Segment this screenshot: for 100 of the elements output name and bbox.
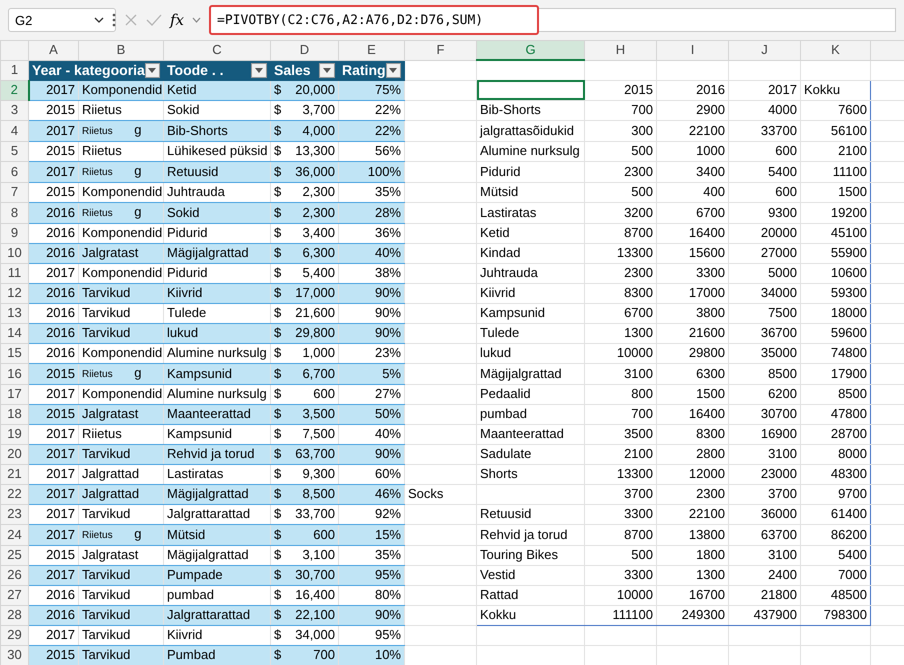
table-cell: Rehvid ja torud: [164, 444, 270, 464]
row-header[interactable]: 4: [0, 120, 28, 141]
table-cell: Juhtrauda: [476, 263, 584, 283]
column-header[interactable]: D: [270, 40, 338, 60]
formula-field[interactable]: =PIVOTBY(C2:C76,A2:A76,D2:D76,SUM): [209, 5, 540, 35]
table-cell: Tarvikud: [78, 323, 164, 343]
caret-icon[interactable]: [389, 68, 398, 72]
table-cell: 75%: [338, 80, 404, 100]
table-cell: 8500: [800, 384, 870, 404]
row-header[interactable]: 22: [0, 484, 28, 504]
row-header[interactable]: 5: [0, 141, 28, 161]
table-cell: 2015: [28, 545, 78, 565]
column-header[interactable]: J: [728, 40, 800, 60]
table-cell: 2017: [728, 80, 800, 100]
row-header[interactable]: 21: [0, 464, 28, 484]
row-header[interactable]: 27: [0, 585, 28, 605]
table-cell: Alumine nurksulg: [164, 343, 270, 363]
row-header[interactable]: 18: [0, 404, 28, 424]
table-cell: 23%: [338, 343, 404, 363]
column-header[interactable]: C: [164, 40, 270, 60]
name-box[interactable]: G2: [8, 8, 116, 32]
row-header[interactable]: 14: [0, 323, 28, 343]
table-cell: 40%: [338, 424, 404, 444]
sales-value: 7,500: [302, 425, 335, 443]
column-header[interactable]: H: [584, 40, 656, 60]
table-cell: Mütsid: [164, 524, 270, 545]
table-cell: 38%: [338, 263, 404, 283]
table-cell: 13300: [584, 464, 656, 484]
column-header[interactable]: K: [800, 40, 870, 60]
table-cell: Sokid: [164, 100, 270, 120]
row-header[interactable]: 6: [0, 161, 28, 182]
row-header[interactable]: 7: [0, 182, 28, 202]
row-header[interactable]: 17: [0, 384, 28, 404]
table-cell: Kampsunid: [164, 363, 270, 384]
column-header[interactable]: A: [28, 40, 78, 60]
caret-icon[interactable]: [148, 68, 156, 72]
caret-icon[interactable]: [255, 68, 263, 72]
column-title: Year - kategooria: [32, 61, 145, 79]
table-cell: 1300: [656, 565, 728, 585]
row-header[interactable]: 1: [0, 60, 28, 80]
row-header[interactable]: 9: [0, 223, 28, 243]
column-header[interactable]: I: [656, 40, 728, 60]
row-header[interactable]: 25: [0, 545, 28, 565]
caret-icon[interactable]: [323, 68, 331, 72]
row-header[interactable]: 11: [0, 263, 28, 283]
insert-function-button[interactable]: fx: [170, 8, 184, 32]
table-cell: Tarvikud: [78, 444, 164, 464]
row-header[interactable]: 16: [0, 363, 28, 384]
row-header[interactable]: 26: [0, 565, 28, 585]
row-header[interactable]: 15: [0, 343, 28, 363]
filter-button[interactable]: [319, 62, 335, 78]
row-header[interactable]: 2: [0, 80, 28, 100]
table-cell: lukud: [476, 343, 584, 363]
sales-value: 600: [313, 526, 335, 544]
table-cell: 36000: [728, 504, 800, 524]
table-cell: 3300: [584, 504, 656, 524]
table-cell: Tarvikud: [78, 625, 164, 645]
row-header[interactable]: 28: [0, 605, 28, 625]
row-header[interactable]: 19: [0, 424, 28, 444]
column-header[interactable]: F: [404, 40, 476, 60]
table-cell: Juhtrauda: [164, 182, 270, 202]
column-header[interactable]: G: [476, 40, 584, 60]
table-cell: Komponendid: [78, 223, 164, 243]
row-header[interactable]: 20: [0, 444, 28, 464]
row-header[interactable]: 12: [0, 283, 28, 303]
currency-sign: $: [274, 304, 282, 322]
table-cell: Maanteerattad: [164, 404, 270, 424]
column-header[interactable]: E: [338, 40, 404, 60]
table-cell: 1300: [584, 323, 656, 343]
table-cell: 2017: [28, 263, 78, 283]
table-cell: 2017: [28, 484, 78, 504]
check-icon[interactable]: [146, 13, 162, 27]
row-header[interactable]: 8: [0, 202, 28, 223]
sales-value: 2,300: [302, 204, 335, 222]
row-header[interactable]: 29: [0, 625, 28, 645]
column-header[interactable]: B: [78, 40, 164, 60]
row-header[interactable]: 23: [0, 504, 28, 524]
row-header[interactable]: 13: [0, 303, 28, 323]
currency-sign: $: [274, 364, 282, 382]
filter-button[interactable]: [251, 62, 267, 78]
table-cell: 15600: [656, 243, 728, 263]
table-cell: 45100: [800, 223, 870, 243]
filter-button[interactable]: [386, 62, 401, 78]
table-cell: 500: [584, 141, 656, 161]
table-cell: 111100: [584, 605, 656, 625]
table-cell: Sadulate: [476, 444, 584, 464]
table-cell: 2800: [656, 444, 728, 464]
row-header[interactable]: 24: [0, 524, 28, 545]
table-cell: Jalgratast: [78, 404, 164, 424]
sales-value: 6,300: [302, 244, 335, 262]
table-cell: Alumine nurksulg: [476, 141, 584, 161]
row-header[interactable]: 30: [0, 645, 28, 665]
table-cell: 1000: [656, 141, 728, 161]
filter-button[interactable]: [144, 62, 160, 78]
sales-value: 5,400: [302, 264, 335, 282]
table-cell: 3300: [584, 565, 656, 585]
table-cell: 13800: [656, 524, 728, 545]
row-header[interactable]: 10: [0, 243, 28, 263]
row-header[interactable]: 3: [0, 100, 28, 120]
table-cell: Pumpade: [164, 565, 270, 585]
